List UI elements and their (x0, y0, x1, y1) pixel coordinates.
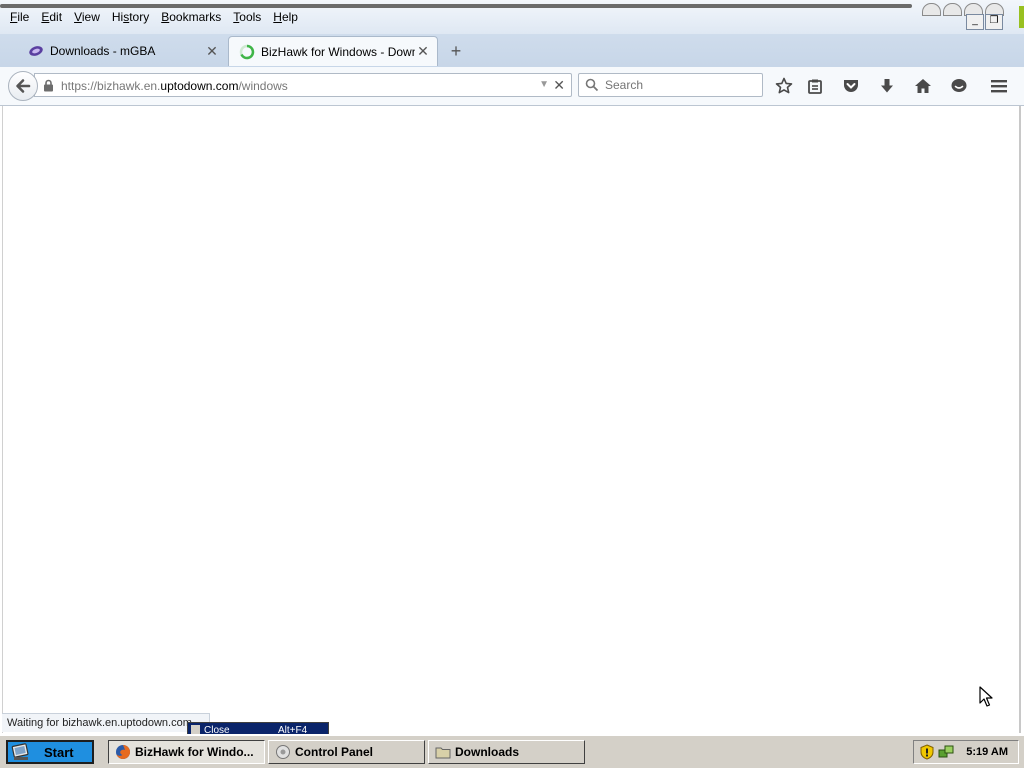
taskbar-button-label: BizHawk for Windo... (135, 745, 254, 759)
firefox-icon (116, 744, 131, 759)
menu-edit[interactable]: Edit (35, 9, 68, 25)
lock-icon (44, 79, 53, 92)
mouse-pointer-icon (979, 686, 993, 707)
menu-file[interactable]: File (4, 9, 35, 25)
bookmarks-menu-button[interactable] (804, 76, 826, 96)
loading-spinner-icon (239, 44, 255, 59)
control-panel-icon (276, 745, 290, 759)
taskbar-button-downloads[interactable]: Downloads (428, 740, 585, 764)
desktop-edge (1019, 6, 1024, 28)
tab-bizhawk[interactable]: BizHawk for Windows - Downl... ✕ (228, 36, 438, 66)
url-bar[interactable]: https://bizhawk.en.uptodown.com/windows … (34, 73, 572, 97)
restore-button[interactable]: ❐ (985, 14, 1003, 30)
menu-tools[interactable]: Tools (227, 9, 267, 25)
stop-icon[interactable]: ✕ (553, 77, 565, 94)
taskbar-button-firefox[interactable]: BizHawk for Windo... (108, 740, 265, 764)
network-icon[interactable] (938, 744, 954, 760)
pocket-icon (844, 80, 858, 92)
folder-icon (435, 747, 451, 759)
clipboard-icon (808, 79, 822, 94)
search-input[interactable] (603, 77, 757, 93)
status-panel: Waiting for bizhawk.en.uptodown.com... (2, 713, 211, 732)
minimize-button[interactable]: _ (966, 14, 984, 30)
url-text: https://bizhawk.en.uptodown.com/windows (61, 79, 288, 93)
tab-downloads-mgba[interactable]: Downloads - mGBA ✕ (18, 36, 226, 66)
start-label: Start (44, 744, 74, 760)
security-shield-icon[interactable] (920, 744, 934, 760)
navigation-toolbar: https://bizhawk.en.uptodown.com/windows … (0, 67, 1024, 106)
clock: 5:19 AM (966, 746, 1008, 758)
home-button[interactable] (912, 76, 934, 96)
bookmark-star-button[interactable] (773, 76, 795, 96)
restore-icon: ❐ (989, 15, 999, 26)
tab-close-icon[interactable]: ✕ (204, 43, 220, 60)
plus-icon: + (450, 41, 462, 61)
start-button[interactable]: Start (6, 740, 94, 764)
search-bar[interactable] (578, 73, 763, 97)
menu-bookmarks[interactable]: Bookmarks (155, 9, 227, 25)
menu-bar: File Edit View History Bookmarks Tools H… (0, 0, 1024, 34)
open-menu-button[interactable] (988, 76, 1010, 96)
home-icon (915, 79, 931, 93)
download-arrow-icon (881, 79, 893, 93)
start-logo-icon (11, 743, 29, 760)
menu-help[interactable]: Help (267, 9, 304, 25)
tab-close-icon[interactable]: ✕ (415, 43, 431, 60)
tab-label: BizHawk for Windows - Downl... (261, 44, 415, 59)
back-arrow-icon (16, 79, 31, 93)
tab-label: Downloads - mGBA (50, 44, 156, 58)
back-button[interactable] (8, 71, 38, 101)
menu-view[interactable]: View (68, 9, 106, 25)
tab-strip: Downloads - mGBA ✕ BizHawk for Windows -… (0, 34, 1024, 67)
new-tab-button[interactable]: + (446, 40, 466, 62)
pocket-button[interactable] (840, 76, 862, 96)
title-strip (0, 4, 912, 8)
minimize-icon: _ (972, 15, 978, 26)
close-window-icon (191, 725, 200, 734)
hamburger-menu-icon (991, 80, 1007, 93)
chat-bubble-icon (951, 79, 967, 92)
taskbar-button-label: Control Panel (295, 745, 374, 759)
history-dropdown-icon[interactable]: ▼ (539, 79, 549, 90)
menu-history[interactable]: History (106, 9, 155, 25)
page-content-area[interactable] (2, 106, 1021, 733)
mgba-icon (29, 46, 43, 56)
taskbar-button-label: Downloads (455, 745, 520, 759)
hello-chat-button[interactable] (948, 76, 970, 96)
taskbar: Start BizHawk for Windo... Control Panel… (0, 734, 1024, 768)
downloads-button[interactable] (876, 76, 898, 96)
search-icon (585, 78, 599, 92)
system-tray: 5:19 AM (913, 740, 1019, 764)
taskbar-button-control-panel[interactable]: Control Panel (268, 740, 425, 764)
star-icon (775, 77, 793, 94)
